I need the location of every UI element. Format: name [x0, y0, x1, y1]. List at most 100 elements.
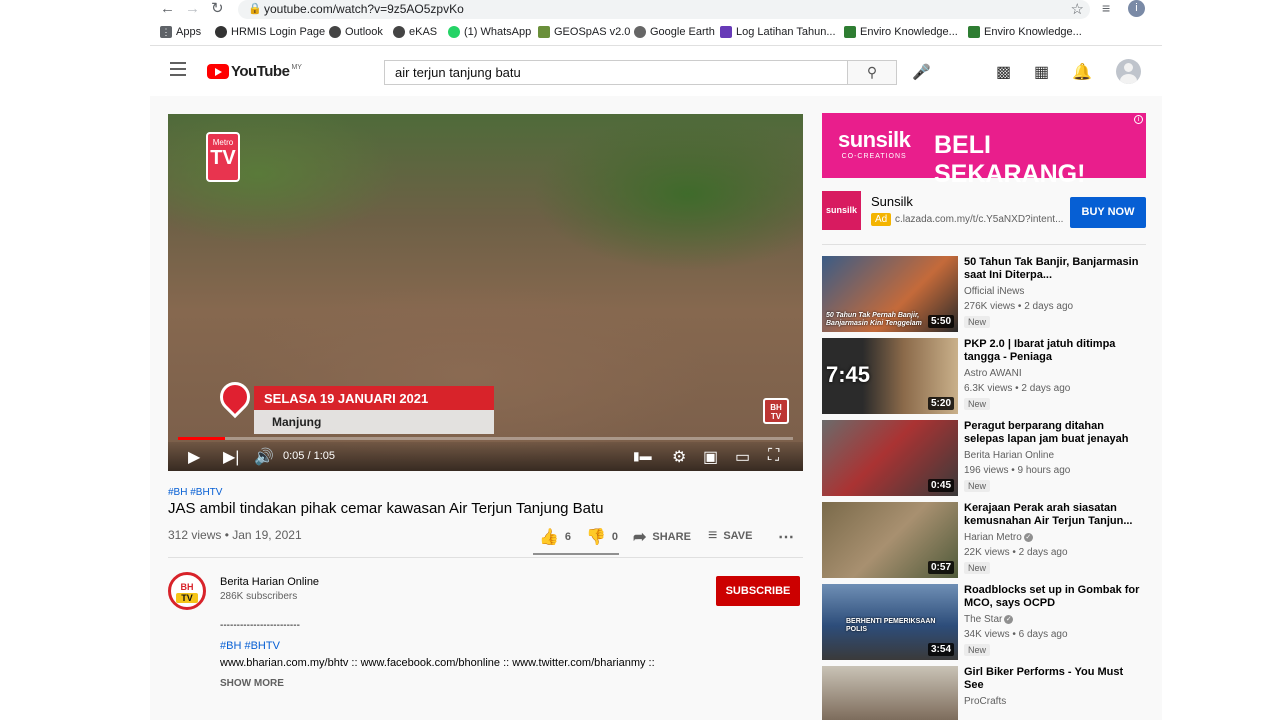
video-hashtags[interactable]: #BH #BHTV — [168, 487, 222, 498]
video-title: JAS ambil tindakan pihak cemar kawasan A… — [168, 500, 604, 517]
bookmark-geospas[interactable]: GEOSpAS v2.0 — [538, 26, 630, 38]
thumbs-down-icon: 👎 — [586, 529, 606, 546]
save-button[interactable]: ≡ SAVE — [708, 527, 752, 545]
account-avatar[interactable] — [1116, 59, 1141, 84]
ad-advertiser-logo[interactable]: sunsilk — [822, 191, 861, 230]
recommendation-item[interactable]: Girl Biker Performs - You Must See ProCr… — [822, 666, 1146, 720]
video-views-date: 312 views • Jan 19, 2021 — [168, 528, 302, 542]
bookmark-apps[interactable]: ⋮ Apps — [160, 26, 201, 38]
share-arrow-icon: ➦ — [633, 529, 647, 546]
bookmark-log-latihan[interactable]: Log Latihan Tahun... — [720, 26, 836, 38]
create-video-icon[interactable]: ▩ — [996, 62, 1011, 82]
bookmark-hrmis[interactable]: HRMIS Login Page — [215, 26, 325, 38]
reading-list-icon[interactable]: ≡ — [1102, 0, 1110, 16]
video-thumbnail[interactable]: 50 Tahun Tak Pernah Banjir, Banjarmasin … — [822, 256, 958, 332]
channel-name[interactable]: Berita Harian Online — [220, 576, 319, 588]
recommendation-channel: The Star ✓ — [964, 614, 1014, 625]
show-more-button[interactable]: SHOW MORE — [220, 678, 284, 689]
duration-badge: 5:20 — [927, 397, 954, 410]
settings-gear-icon[interactable]: ⚙ — [672, 447, 686, 467]
browser-toolbar: ← → ↻ 🔒 youtube.com/watch?v=9z5AO5zpvKo … — [150, 0, 1162, 20]
bookmark-enviro-1[interactable]: Enviro Knowledge... — [844, 26, 958, 38]
video-thumbnail[interactable]: 7:45 5:20 — [822, 338, 958, 414]
new-badge: New — [964, 644, 991, 656]
fullscreen-icon[interactable]: ⛶ — [768, 447, 779, 465]
back-arrow-icon[interactable]: ← — [160, 1, 175, 17]
video-player[interactable]: Metro TV SELASA 19 JANUARI 2021 Manjung B… — [168, 114, 803, 471]
bookmark-ekas[interactable]: eKAS — [393, 26, 437, 38]
volume-icon[interactable]: 🔊 — [254, 447, 274, 467]
subscribe-button[interactable]: SUBSCRIBE — [716, 576, 800, 606]
recommendation-item[interactable]: BERHENTI PEMERIKSAAN POLIS 3:54 Roadbloc… — [822, 584, 1146, 660]
video-thumbnail[interactable]: BERHENTI PEMERIKSAAN POLIS 3:54 — [822, 584, 958, 660]
youtube-logo[interactable]: YouTube MY — [207, 63, 302, 80]
play-icon[interactable]: ▶ — [188, 447, 200, 467]
channel-avatar[interactable]: BH TV — [168, 572, 206, 610]
search-box — [384, 60, 848, 85]
bookmarks-bar: ⋮ Apps HRMIS Login Page Outlook eKAS (1) … — [150, 20, 1162, 46]
next-icon[interactable]: ▶| — [223, 447, 239, 467]
geospas-icon — [538, 26, 550, 38]
miniplayer-icon[interactable]: ▣ — [703, 447, 718, 467]
share-button[interactable]: ➦ SHARE — [633, 527, 691, 547]
recommendation-channel: Official iNews — [964, 286, 1025, 297]
bookmark-enviro-2[interactable]: Enviro Knowledge... — [968, 26, 1082, 38]
youtube-play-icon — [207, 64, 229, 79]
recommendation-meta: 6.3K views • 2 days ago — [964, 383, 1071, 394]
recommendation-meta: 196 views • 9 hours ago — [964, 465, 1071, 476]
sentiment-bar — [533, 553, 619, 555]
notifications-bell-icon[interactable]: 🔔 — [1072, 62, 1092, 82]
video-thumbnail[interactable]: 0:45 — [822, 420, 958, 496]
video-thumbnail[interactable] — [822, 666, 958, 720]
bookmark-outlook[interactable]: Outlook — [329, 26, 383, 38]
more-actions-button[interactable]: ⋯ — [778, 527, 794, 547]
theater-mode-icon[interactable]: ▭ — [735, 447, 750, 467]
microphone-icon[interactable]: 🎤 — [912, 63, 931, 81]
recommendation-item[interactable]: 7:45 5:20 PKP 2.0 | Ibarat jatuh ditimpa… — [822, 338, 1146, 414]
description-links[interactable]: www.bharian.com.my/bhtv :: www.facebook.… — [220, 657, 655, 669]
new-badge: New — [964, 316, 991, 328]
address-bar[interactable]: 🔒 youtube.com/watch?v=9z5AO5zpvKo ☆ — [238, 0, 1090, 19]
video-thumbnail[interactable]: 0:57 — [822, 502, 958, 578]
search-input[interactable] — [385, 61, 847, 84]
globe-icon — [215, 26, 227, 38]
divider — [168, 557, 803, 558]
address-url[interactable]: youtube.com/watch?v=9z5AO5zpvKo — [264, 2, 464, 16]
profile-avatar[interactable]: i — [1128, 0, 1145, 17]
forward-arrow-icon[interactable]: → — [185, 1, 200, 17]
bookmark-star-icon[interactable]: ☆ — [1071, 0, 1084, 18]
ad-banner[interactable]: sunsilk CO-CREATIONS BELI SEKARANG! i — [822, 113, 1146, 188]
recommendation-meta: 276K views • 2 days ago — [964, 301, 1074, 312]
recommendation-title: PKP 2.0 | Ibarat jatuh ditimpa tangga - … — [964, 338, 1116, 363]
menu-icon[interactable] — [170, 62, 186, 76]
globe-icon — [393, 26, 405, 38]
recommendation-channel: Berita Harian Online — [964, 450, 1055, 461]
recommendation-meta: 22K views • 2 days ago — [964, 547, 1068, 558]
recommendation-item[interactable]: 0:57 Kerajaan Perak arah siasatan kemusn… — [822, 502, 1146, 578]
bookmark-google-earth[interactable]: Google Earth — [634, 26, 715, 38]
ad-advertiser-name[interactable]: Sunsilk — [871, 194, 913, 209]
ad-cta-text: BELI SEKARANG! — [934, 131, 1086, 188]
dislike-button[interactable]: 👎 0 — [586, 527, 618, 547]
apps-grid-icon[interactable]: ▦ — [1034, 62, 1049, 82]
buy-now-button[interactable]: BUY NOW — [1070, 197, 1146, 228]
playlist-add-icon: ≡ — [708, 527, 718, 544]
verified-check-icon: ✓ — [1004, 614, 1014, 624]
enviro-icon — [968, 26, 980, 38]
search-button[interactable]: ⚲ — [847, 60, 897, 85]
channel-subscribers: 286K subscribers — [220, 591, 298, 602]
description-hashtags[interactable]: #BH #BHTV — [220, 640, 280, 652]
recommendation-item[interactable]: 50 Tahun Tak Pernah Banjir, Banjarmasin … — [822, 256, 1146, 332]
divider — [822, 244, 1146, 245]
recommendation-item[interactable]: 0:45 Peragut berparang ditahan selepas l… — [822, 420, 1146, 496]
bookmark-whatsapp[interactable]: (1) WhatsApp — [448, 26, 531, 38]
recommendation-channel: Harian Metro ✓ — [964, 532, 1033, 543]
recommendation-channel: ProCrafts — [964, 696, 1007, 707]
new-badge: New — [964, 398, 991, 410]
ad-info-icon[interactable]: i — [1134, 115, 1143, 124]
autoplay-toggle-icon[interactable]: ▮▬ — [633, 449, 652, 463]
like-button[interactable]: 👍 6 — [539, 527, 571, 547]
progress-bar[interactable] — [178, 437, 793, 440]
ad-brand-logo: sunsilk CO-CREATIONS — [838, 127, 911, 160]
reload-icon[interactable]: ↻ — [211, 1, 224, 17]
